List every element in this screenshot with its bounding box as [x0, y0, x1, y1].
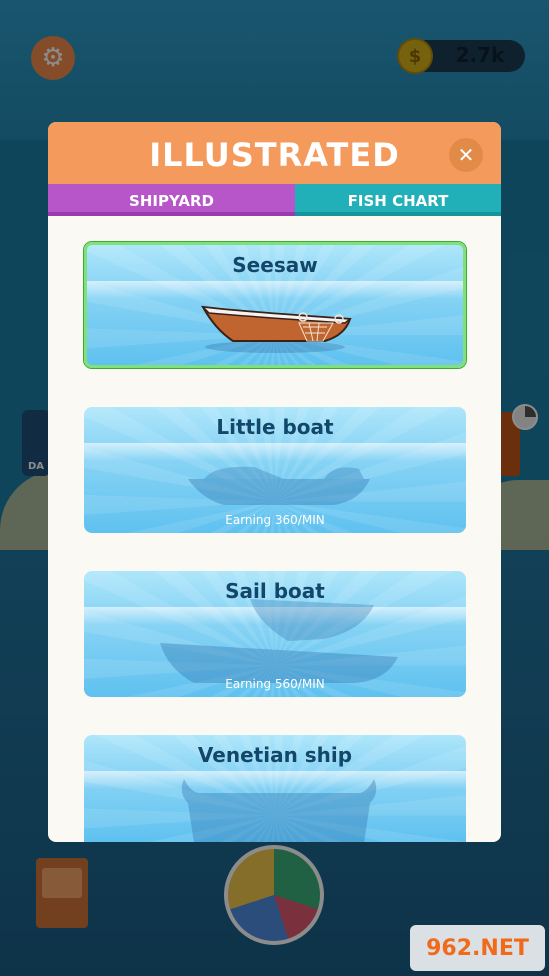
boat-earning: Earning 560/MIN: [225, 677, 325, 691]
boat-card-sail-boat[interactable]: Sail boat Earning 560/MIN: [84, 571, 466, 697]
boat-name: Sail boat: [225, 579, 325, 603]
boat-name: Little boat: [216, 415, 334, 439]
modal-title: ILLUSTRATED: [149, 136, 400, 174]
boat-card-venetian-ship[interactable]: Venetian ship: [84, 735, 466, 842]
illustrated-modal: ILLUSTRATED ✕ SHIPYARD FISH CHART Seesaw…: [48, 122, 501, 842]
site-watermark-logo: 962.NET: [410, 925, 545, 971]
tab-fish-chart[interactable]: FISH CHART: [295, 184, 501, 216]
boat-name: Seesaw: [232, 253, 318, 277]
close-icon[interactable]: ✕: [449, 138, 483, 172]
little-boat-silhouette-icon: [188, 466, 370, 505]
boat-earning: Earning 360/MIN: [225, 513, 325, 527]
venetian-ship-silhouette-icon: [181, 779, 377, 842]
boat-card-little-boat[interactable]: Little boat Earning 360/MIN: [84, 407, 466, 533]
seesaw-boat-icon: [200, 305, 352, 353]
tab-shipyard[interactable]: SHIPYARD: [48, 184, 295, 216]
boat-card-seesaw[interactable]: Seesaw: [84, 242, 466, 368]
boat-name: Venetian ship: [197, 743, 353, 767]
